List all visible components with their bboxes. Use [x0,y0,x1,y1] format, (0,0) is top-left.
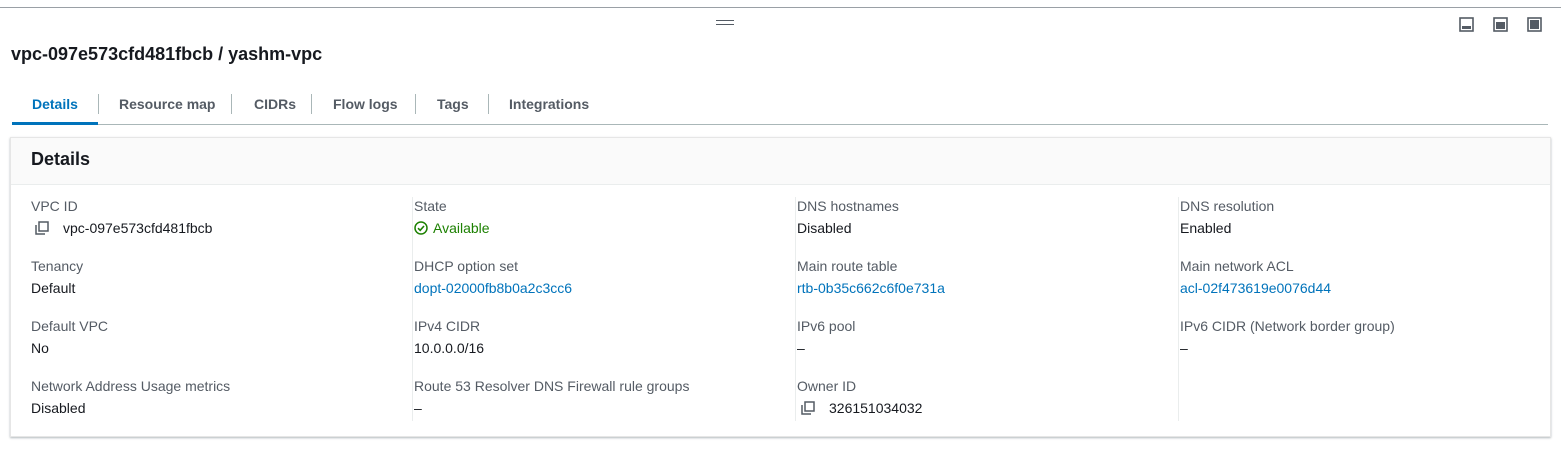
field-ipv6-pool: IPv6 pool – [797,317,855,357]
value-text: – [797,340,805,356]
tab-resource-map[interactable]: Resource map [99,88,235,124]
value-text: 326151034032 [829,400,923,416]
value-text: – [1180,340,1188,356]
tab-integrations[interactable]: Integrations [489,88,609,124]
tab-separator [488,94,489,114]
value-link[interactable]: acl-02f473619e0076d44 [1180,279,1331,297]
field-dhcp-option-set: DHCP option set dopt-02000fb8b0a2c3cc6 [414,257,572,297]
field-dns-hostnames: DNS hostnames Disabled [797,197,899,237]
field-dns-resolution: DNS resolution Enabled [1180,197,1274,237]
field-label: Default VPC [31,318,109,334]
window-controls [1459,17,1542,32]
field-value: Default [31,279,83,297]
field-value: dopt-02000fb8b0a2c3cc6 [414,279,572,297]
field-label: DNS resolution [1180,198,1275,214]
copy-icon[interactable] [801,401,815,415]
field-label: DHCP option set [414,258,519,274]
details-column: VPC ID vpc-097e573cfd481fbcb Tenancy Defaul… [31,197,413,421]
value-text: Available [433,220,490,236]
field-value: Available [414,219,490,237]
value-link[interactable]: dopt-02000fb8b0a2c3cc6 [414,279,572,297]
field-main-network-acl: Main network ACL acl-02f473619e0076d44 [1180,257,1331,297]
panel-maximize-icon[interactable] [1527,17,1542,32]
field-label: Main route table [797,258,898,274]
panel-side-icon[interactable] [1493,17,1508,32]
panel-bottom-icon[interactable] [1459,17,1474,32]
tab-cidrs[interactable]: CIDRs [234,88,316,124]
field-default-vpc: Default VPC No [31,317,108,357]
details-column: State Available DHCP option set dopt-02000f… [412,197,796,421]
field-label: IPv6 CIDR (Network border group) [1180,318,1395,334]
tab-details[interactable]: Details [12,88,98,125]
page-title: vpc-097e573cfd481fbcb / yashm-vpc [11,44,323,64]
field-label: VPC ID [31,198,78,214]
field-ipv6-cidr-network-border-group: IPv6 CIDR (Network border group) – [1180,317,1395,357]
field-label: DNS hostnames [797,198,899,214]
tab-separator [415,94,416,114]
details-column: DNS hostnames Disabled Main route table rtb… [795,197,1179,421]
value-text: vpc-097e573cfd481fbcb [63,220,213,236]
value-text: Default [31,280,76,296]
field-tenancy: Tenancy Default [31,257,83,297]
field-value: acl-02f473619e0076d44 [1180,279,1331,297]
field-value: No [31,339,108,357]
details-heading: Details [31,149,91,169]
field-value: – [797,339,855,357]
details-column: DNS resolution Enabled Main network ACL acl… [1178,197,1561,421]
field-value: Enabled [1180,219,1274,237]
field-vpc-id: VPC ID vpc-097e573cfd481fbcb [31,197,212,237]
field-value: 326151034032 [797,399,922,417]
details-panel-header: Details [11,138,1550,185]
field-value: rtb-0b35c662c6f0e731a [797,279,945,297]
tab-bar: Details Resource map CIDRs Flow logs Tags Int… [12,88,1548,125]
field-value: 10.0.0.0/16 [414,339,484,357]
top-divider [0,7,1561,8]
value-link[interactable]: rtb-0b35c662c6f0e731a [797,279,945,297]
field-network-address-usage-metrics: Network Address Usage metrics Disabled [31,377,230,417]
details-grid: VPC ID vpc-097e573cfd481fbcb Tenancy Defaul… [11,185,1550,435]
field-label: Route 53 Resolver DNS Firewall rule grou… [414,378,690,394]
field-ipv4-cidr: IPv4 CIDR 10.0.0.0/16 [414,317,484,357]
field-label: IPv4 CIDR [414,318,481,334]
value-text: – [414,400,422,416]
field-label: Owner ID [797,378,857,394]
tab-tags[interactable]: Tags [417,88,489,124]
value-text: Disabled [797,220,852,236]
field-label: State [414,198,447,214]
value-text: 10.0.0.0/16 [414,340,485,356]
field-route-53-resolver-dns-firewall-rule-groups: Route 53 Resolver DNS Firewall rule grou… [414,377,689,417]
resize-handle[interactable] [716,20,734,28]
copy-icon[interactable] [35,221,49,235]
field-main-route-table: Main route table rtb-0b35c662c6f0e731a [797,257,945,297]
field-owner-id: Owner ID 326151034032 [797,377,922,417]
field-label: Main network ACL [1180,258,1294,274]
field-value: Disabled [31,399,230,417]
status-success-icon [414,221,428,235]
field-label: Tenancy [31,258,84,274]
tab-separator [311,94,312,114]
field-value: – [1180,339,1395,357]
value-text: Enabled [1180,220,1232,236]
tab-separator [98,94,99,114]
tab-separator [231,94,232,114]
field-label: Network Address Usage metrics [31,378,231,394]
value-text: No [31,340,49,356]
details-panel: Details VPC ID vpc-097e573cfd481fbcb Tenan… [10,137,1551,437]
field-value: Disabled [797,219,899,237]
tab-flow-logs[interactable]: Flow logs [313,88,418,124]
field-label: IPv6 pool [797,318,856,334]
value-text: Disabled [31,400,86,416]
field-value: vpc-097e573cfd481fbcb [31,219,212,237]
field-state: State Available [414,197,490,237]
field-value: – [414,399,689,417]
